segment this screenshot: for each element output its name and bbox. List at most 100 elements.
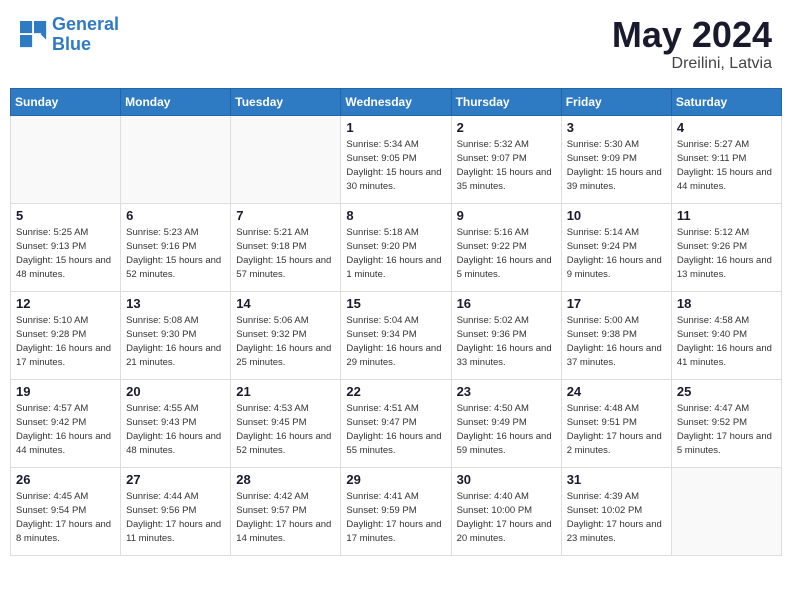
month-title: May 2024 xyxy=(612,15,772,55)
day-number: 1 xyxy=(346,120,445,135)
day-info: Sunrise: 5:00 AM Sunset: 9:38 PM Dayligh… xyxy=(567,314,666,371)
logo-icon xyxy=(20,21,48,49)
weekday-header-monday: Monday xyxy=(121,88,231,115)
calendar-cell xyxy=(231,115,341,203)
day-info: Sunrise: 4:50 AM Sunset: 9:49 PM Dayligh… xyxy=(457,402,556,459)
page-header: General Blue May 2024 Dreilini, Latvia xyxy=(10,10,782,78)
day-info: Sunrise: 5:04 AM Sunset: 9:34 PM Dayligh… xyxy=(346,314,445,371)
day-info: Sunrise: 5:30 AM Sunset: 9:09 PM Dayligh… xyxy=(567,138,666,195)
day-number: 11 xyxy=(677,208,776,223)
calendar-cell xyxy=(11,115,121,203)
day-info: Sunrise: 5:32 AM Sunset: 9:07 PM Dayligh… xyxy=(457,138,556,195)
day-info: Sunrise: 4:45 AM Sunset: 9:54 PM Dayligh… xyxy=(16,490,115,547)
calendar-cell: 25 Sunrise: 4:47 AM Sunset: 9:52 PM Dayli… xyxy=(671,379,781,467)
day-info: Sunrise: 4:58 AM Sunset: 9:40 PM Dayligh… xyxy=(677,314,776,371)
weekday-header-thursday: Thursday xyxy=(451,88,561,115)
week-row-2: 5 Sunrise: 5:25 AM Sunset: 9:13 PM Daylig… xyxy=(11,203,782,291)
calendar-cell: 1Sunrise: 5:34 AM Sunset: 9:05 PM Daylig… xyxy=(341,115,451,203)
calendar-cell: 4 Sunrise: 5:27 AM Sunset: 9:11 PM Daylig… xyxy=(671,115,781,203)
day-info: Sunrise: 4:40 AM Sunset: 10:00 PM Daylig… xyxy=(457,490,556,547)
day-info: Sunrise: 5:23 AM Sunset: 9:16 PM Dayligh… xyxy=(126,226,225,283)
calendar-cell: 15 Sunrise: 5:04 AM Sunset: 9:34 PM Dayli… xyxy=(341,291,451,379)
calendar-cell: 30 Sunrise: 4:40 AM Sunset: 10:00 PM Dayl… xyxy=(451,467,561,555)
calendar-cell: 24 Sunrise: 4:48 AM Sunset: 9:51 PM Dayli… xyxy=(561,379,671,467)
calendar-cell: 20Sunrise: 4:55 AM Sunset: 9:43 PM Dayli… xyxy=(121,379,231,467)
calendar-cell: 14Sunrise: 5:06 AM Sunset: 9:32 PM Dayli… xyxy=(231,291,341,379)
weekday-header-row: SundayMondayTuesdayWednesdayThursdayFrid… xyxy=(11,88,782,115)
week-row-1: 1Sunrise: 5:34 AM Sunset: 9:05 PM Daylig… xyxy=(11,115,782,203)
day-number: 27 xyxy=(126,472,225,487)
day-number: 24 xyxy=(567,384,666,399)
day-number: 28 xyxy=(236,472,335,487)
day-number: 7 xyxy=(236,208,335,223)
day-number: 16 xyxy=(457,296,556,311)
calendar-table: SundayMondayTuesdayWednesdayThursdayFrid… xyxy=(10,88,782,556)
logo: General Blue xyxy=(20,15,119,55)
day-info: Sunrise: 4:47 AM Sunset: 9:52 PM Dayligh… xyxy=(677,402,776,459)
day-info: Sunrise: 4:39 AM Sunset: 10:02 PM Daylig… xyxy=(567,490,666,547)
day-info: Sunrise: 5:14 AM Sunset: 9:24 PM Dayligh… xyxy=(567,226,666,283)
day-info: Sunrise: 5:21 AM Sunset: 9:18 PM Dayligh… xyxy=(236,226,335,283)
day-number: 22 xyxy=(346,384,445,399)
day-info: Sunrise: 4:57 AM Sunset: 9:42 PM Dayligh… xyxy=(16,402,115,459)
calendar-cell: 6 Sunrise: 5:23 AM Sunset: 9:16 PM Daylig… xyxy=(121,203,231,291)
day-number: 21 xyxy=(236,384,335,399)
calendar-cell: 31 Sunrise: 4:39 AM Sunset: 10:02 PM Dayl… xyxy=(561,467,671,555)
calendar-cell: 29Sunrise: 4:41 AM Sunset: 9:59 PM Dayli… xyxy=(341,467,451,555)
day-info: Sunrise: 4:48 AM Sunset: 9:51 PM Dayligh… xyxy=(567,402,666,459)
calendar-cell xyxy=(121,115,231,203)
day-info: Sunrise: 4:44 AM Sunset: 9:56 PM Dayligh… xyxy=(126,490,225,547)
day-number: 3 xyxy=(567,120,666,135)
day-number: 30 xyxy=(457,472,556,487)
day-info: Sunrise: 5:25 AM Sunset: 9:13 PM Dayligh… xyxy=(16,226,115,283)
day-info: Sunrise: 4:55 AM Sunset: 9:43 PM Dayligh… xyxy=(126,402,225,459)
day-info: Sunrise: 5:27 AM Sunset: 9:11 PM Dayligh… xyxy=(677,138,776,195)
day-info: Sunrise: 5:12 AM Sunset: 9:26 PM Dayligh… xyxy=(677,226,776,283)
calendar-cell: 12Sunrise: 5:10 AM Sunset: 9:28 PM Dayli… xyxy=(11,291,121,379)
calendar-cell xyxy=(671,467,781,555)
calendar-cell: 26 Sunrise: 4:45 AM Sunset: 9:54 PM Dayli… xyxy=(11,467,121,555)
calendar-cell: 27 Sunrise: 4:44 AM Sunset: 9:56 PM Dayli… xyxy=(121,467,231,555)
week-row-3: 12Sunrise: 5:10 AM Sunset: 9:28 PM Dayli… xyxy=(11,291,782,379)
calendar-cell: 10Sunrise: 5:14 AM Sunset: 9:24 PM Dayli… xyxy=(561,203,671,291)
calendar-cell: 23 Sunrise: 4:50 AM Sunset: 9:49 PM Dayli… xyxy=(451,379,561,467)
day-number: 13 xyxy=(126,296,225,311)
day-number: 5 xyxy=(16,208,115,223)
day-number: 26 xyxy=(16,472,115,487)
day-number: 29 xyxy=(346,472,445,487)
weekday-header-friday: Friday xyxy=(561,88,671,115)
weekday-header-sunday: Sunday xyxy=(11,88,121,115)
calendar-cell: 3 Sunrise: 5:30 AM Sunset: 9:09 PM Daylig… xyxy=(561,115,671,203)
day-number: 9 xyxy=(457,208,556,223)
day-number: 25 xyxy=(677,384,776,399)
calendar-cell: 7 Sunrise: 5:21 AM Sunset: 9:18 PM Daylig… xyxy=(231,203,341,291)
day-number: 23 xyxy=(457,384,556,399)
day-info: Sunrise: 5:18 AM Sunset: 9:20 PM Dayligh… xyxy=(346,226,445,283)
calendar-cell: 2Sunrise: 5:32 AM Sunset: 9:07 PM Daylig… xyxy=(451,115,561,203)
week-row-4: 19 Sunrise: 4:57 AM Sunset: 9:42 PM Dayli… xyxy=(11,379,782,467)
day-info: Sunrise: 4:51 AM Sunset: 9:47 PM Dayligh… xyxy=(346,402,445,459)
calendar-cell: 18 Sunrise: 4:58 AM Sunset: 9:40 PM Dayli… xyxy=(671,291,781,379)
calendar-cell: 8Sunrise: 5:18 AM Sunset: 9:20 PM Daylig… xyxy=(341,203,451,291)
day-info: Sunrise: 5:10 AM Sunset: 9:28 PM Dayligh… xyxy=(16,314,115,371)
day-number: 4 xyxy=(677,120,776,135)
title-block: May 2024 Dreilini, Latvia xyxy=(612,15,772,73)
weekday-header-wednesday: Wednesday xyxy=(341,88,451,115)
weekday-header-tuesday: Tuesday xyxy=(231,88,341,115)
location: Dreilini, Latvia xyxy=(612,55,772,73)
day-number: 14 xyxy=(236,296,335,311)
day-number: 31 xyxy=(567,472,666,487)
week-row-5: 26 Sunrise: 4:45 AM Sunset: 9:54 PM Dayli… xyxy=(11,467,782,555)
day-number: 6 xyxy=(126,208,225,223)
day-number: 17 xyxy=(567,296,666,311)
calendar-cell: 22 Sunrise: 4:51 AM Sunset: 9:47 PM Dayli… xyxy=(341,379,451,467)
day-info: Sunrise: 4:42 AM Sunset: 9:57 PM Dayligh… xyxy=(236,490,335,547)
calendar-cell: 13Sunrise: 5:08 AM Sunset: 9:30 PM Dayli… xyxy=(121,291,231,379)
calendar-cell: 5 Sunrise: 5:25 AM Sunset: 9:13 PM Daylig… xyxy=(11,203,121,291)
calendar-cell: 9Sunrise: 5:16 AM Sunset: 9:22 PM Daylig… xyxy=(451,203,561,291)
day-info: Sunrise: 5:02 AM Sunset: 9:36 PM Dayligh… xyxy=(457,314,556,371)
day-number: 19 xyxy=(16,384,115,399)
logo-text: General Blue xyxy=(52,15,119,55)
day-number: 15 xyxy=(346,296,445,311)
day-number: 18 xyxy=(677,296,776,311)
